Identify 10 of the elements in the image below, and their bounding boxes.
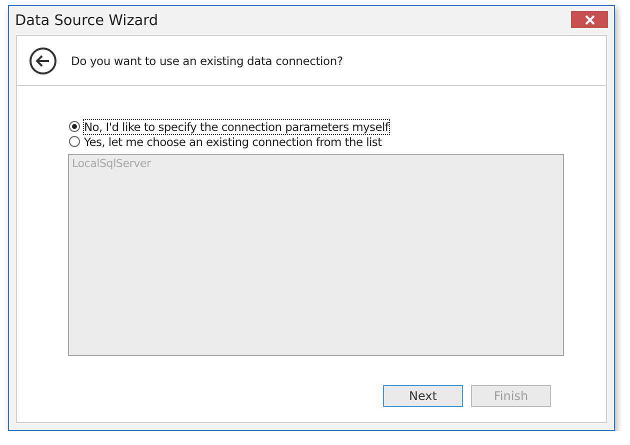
wizard-button[interactable]: Next <box>383 385 463 407</box>
close-button[interactable] <box>571 11 608 28</box>
radio-button[interactable] <box>69 121 80 132</box>
back-icon[interactable] <box>29 46 57 74</box>
window-title: Data Source Wizard <box>15 12 158 28</box>
close-icon <box>584 14 594 24</box>
option-label[interactable]: Yes, let me choose an existing connection from the list <box>83 134 383 150</box>
option-label[interactable]: No, I'd like to specify the connection parameters myself <box>83 118 390 134</box>
radio-button[interactable] <box>69 136 80 147</box>
question-text: Do you want to use an existing data connection? <box>71 54 343 68</box>
